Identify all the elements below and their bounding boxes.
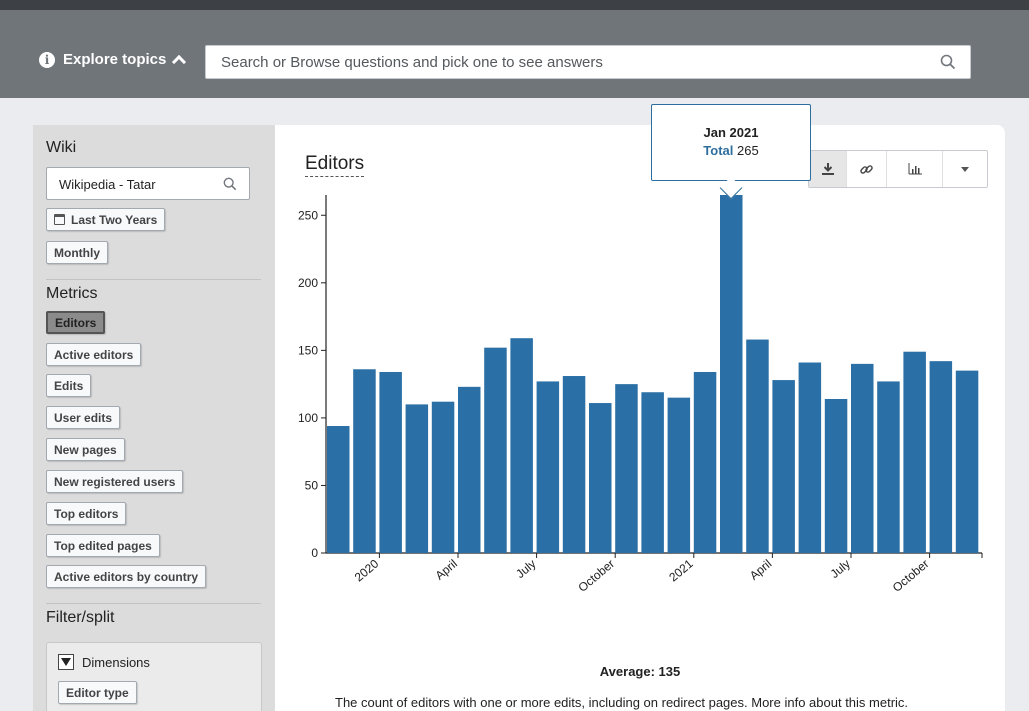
bar-2021-03[interactable] <box>746 339 769 553</box>
x-tick-label: October <box>575 557 617 595</box>
info-icon: i <box>39 51 55 68</box>
bar-2021-08[interactable] <box>877 381 900 553</box>
chart-options-dropdown[interactable] <box>943 151 987 187</box>
y-tick-label: 250 <box>298 208 318 222</box>
chart-toolbar <box>808 150 988 188</box>
bar-2021-09[interactable] <box>903 351 926 553</box>
metrics-label: Metrics <box>46 285 98 302</box>
dimensions-toggle[interactable]: Dimensions <box>58 654 150 670</box>
metric-edits[interactable]: Edits <box>46 374 92 397</box>
metric-user-edits[interactable]: User edits <box>46 406 121 429</box>
bar-2021-05[interactable] <box>798 362 822 553</box>
bar-2020-09[interactable] <box>589 403 612 553</box>
y-tick-label: 150 <box>298 343 318 357</box>
x-tick-label: 2020 <box>352 556 382 584</box>
search-icon <box>223 177 237 191</box>
dimensions-label: Dimensions <box>82 654 150 670</box>
bar-chart: 0 50 100 150 200 250 2020 April July October 2021 A… <box>298 195 983 595</box>
x-tick-label: July <box>828 557 853 581</box>
y-tick-label: 0 <box>311 546 318 560</box>
metric-editors[interactable]: Editors <box>46 311 106 334</box>
x-tick-label: April <box>433 557 460 583</box>
chart-type-button[interactable] <box>887 151 943 187</box>
bar-2019-12[interactable] <box>353 369 376 553</box>
bar-2021-01[interactable] <box>693 371 717 553</box>
wiki-selector[interactable]: Wikipedia - Tatar <box>46 167 250 200</box>
filter-icon <box>58 654 74 670</box>
description-text: The count of editors with one or more ed… <box>335 695 748 710</box>
x-tick-label: April <box>747 557 774 583</box>
bar-2020-06[interactable] <box>510 338 533 553</box>
explore-topics-label: Explore topics <box>63 51 167 68</box>
bar-2020-12[interactable] <box>667 397 691 553</box>
filter-split-label: Filter/split <box>46 609 115 626</box>
wiki-value: Wikipedia - Tatar <box>59 177 156 192</box>
download-button[interactable] <box>809 151 847 187</box>
metric-description: The count of editors with one or more ed… <box>335 695 908 710</box>
bar-2020-07[interactable] <box>536 381 560 553</box>
search-icon[interactable] <box>940 54 956 70</box>
bar-2021-04[interactable] <box>772 380 795 553</box>
tooltip-value: 265 <box>737 143 759 158</box>
metric-active-editors-by-country[interactable]: Active editors by country <box>46 565 207 588</box>
bar-2020-05[interactable] <box>484 347 507 553</box>
bar-2021-11[interactable] <box>955 370 979 553</box>
bar-2019-11[interactable] <box>327 426 350 553</box>
tooltip-key: Total <box>703 143 734 158</box>
top-bar: i Explore topics <box>0 0 1029 98</box>
link-button[interactable] <box>847 151 887 187</box>
chart-title[interactable]: Editors <box>305 153 365 177</box>
tooltip-line: Total 265 <box>652 143 810 158</box>
bar-2020-08[interactable] <box>562 376 586 553</box>
search-input[interactable] <box>206 46 926 78</box>
y-tick-label: 200 <box>298 276 318 290</box>
bar-2020-01[interactable] <box>379 371 402 553</box>
dropdown-caret-icon <box>961 166 969 172</box>
dimensions-panel: Dimensions Editor type <box>46 642 262 711</box>
link-icon <box>860 164 873 174</box>
metric-top-editors[interactable]: Top editors <box>46 502 127 525</box>
download-icon <box>821 163 834 175</box>
bar-2020-03[interactable] <box>431 401 455 553</box>
tooltip-date: Jan 2021 <box>703 125 759 140</box>
chevron-up-icon <box>172 54 187 69</box>
explore-topics-button[interactable]: i Explore topics <box>39 51 187 69</box>
chart-type-icon <box>908 163 922 175</box>
y-tick-label: 50 <box>305 478 319 492</box>
y-tick-label: 100 <box>298 411 318 425</box>
bar-2020-04[interactable] <box>458 386 481 553</box>
calendar-icon <box>54 214 65 225</box>
bar-2021-07[interactable] <box>851 363 874 553</box>
average-label: Average: 135 <box>599 664 681 679</box>
divider <box>46 603 261 604</box>
time-range-label: Last Two Years <box>71 212 158 227</box>
bar-2021-06[interactable] <box>824 398 848 553</box>
chart-tooltip: Jan 2021 Total 265 <box>651 104 811 200</box>
x-tick-label: October <box>890 557 932 595</box>
granularity-button[interactable]: Monthly <box>46 241 108 264</box>
time-range-button[interactable]: Last Two Years <box>46 208 166 231</box>
bar-2021-02[interactable] <box>720 195 743 553</box>
more-info-link[interactable]: More info about this metric. <box>751 695 908 710</box>
bar-2020-02[interactable] <box>405 404 429 553</box>
bar-2020-11[interactable] <box>641 392 664 553</box>
metric-new-pages[interactable]: New pages <box>46 438 125 461</box>
divider <box>46 279 261 280</box>
bar-2020-10[interactable] <box>615 384 638 553</box>
x-tick-label: 2021 <box>666 556 696 584</box>
metric-top-edited-pages[interactable]: Top edited pages <box>46 534 160 557</box>
x-tick-label: July <box>513 557 538 581</box>
bar-2021-10[interactable] <box>929 361 953 553</box>
metric-active-editors[interactable]: Active editors <box>46 343 142 366</box>
search-box <box>205 45 971 79</box>
wiki-label: Wiki <box>46 139 77 156</box>
metric-new-registered-users[interactable]: New registered users <box>46 470 184 493</box>
editor-type-button[interactable]: Editor type <box>58 681 137 704</box>
sidebar: Wiki Wikipedia - Tatar Last Two Years Mo… <box>33 125 275 711</box>
